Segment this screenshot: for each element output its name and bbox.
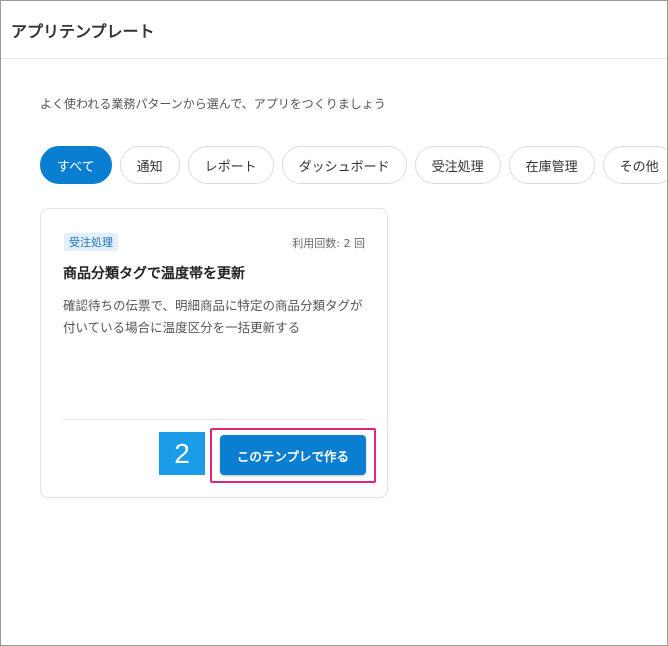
filter-chip-other[interactable]: その他 (602, 146, 667, 184)
filter-chip-all[interactable]: すべて (40, 146, 112, 184)
filter-chip-dashboard[interactable]: ダッシュボード (281, 146, 407, 184)
usage-count: 利用回数: 2 回 (292, 237, 365, 250)
filter-chip-order-processing[interactable]: 受注処理 (414, 146, 501, 184)
card-divider (63, 419, 365, 420)
category-tag: 受注処理 (64, 233, 118, 251)
intro-text: よく使われる業務パターンから選んで、アプリをつくりましょう (40, 97, 386, 111)
template-card: 受注処理 利用回数: 2 回 商品分類タグで温度帯を更新 確認待ちの伝票で、明細… (40, 208, 388, 498)
template-title: 商品分類タグで温度帯を更新 (63, 266, 245, 282)
filter-chip-inventory[interactable]: 在庫管理 (508, 146, 595, 184)
step-number-badge: 2 (159, 432, 205, 475)
filter-chip-notification[interactable]: 通知 (119, 146, 180, 184)
create-from-template-button[interactable]: このテンプレで作る (220, 435, 366, 475)
category-filter-bar: すべて 通知 レポート ダッシュボード 受注処理 在庫管理 その他 (40, 146, 667, 184)
app-frame: アプリテンプレート よく使われる業務パターンから選んで、アプリをつくりましょう … (0, 0, 668, 646)
template-description: 確認待ちの伝票で、明細商品に特定の商品分類タグが付いている場合に温度区分を一括更… (63, 298, 363, 335)
page-title: アプリテンプレート (11, 21, 155, 41)
page-header: アプリテンプレート (1, 1, 667, 59)
filter-chip-report[interactable]: レポート (187, 146, 274, 184)
